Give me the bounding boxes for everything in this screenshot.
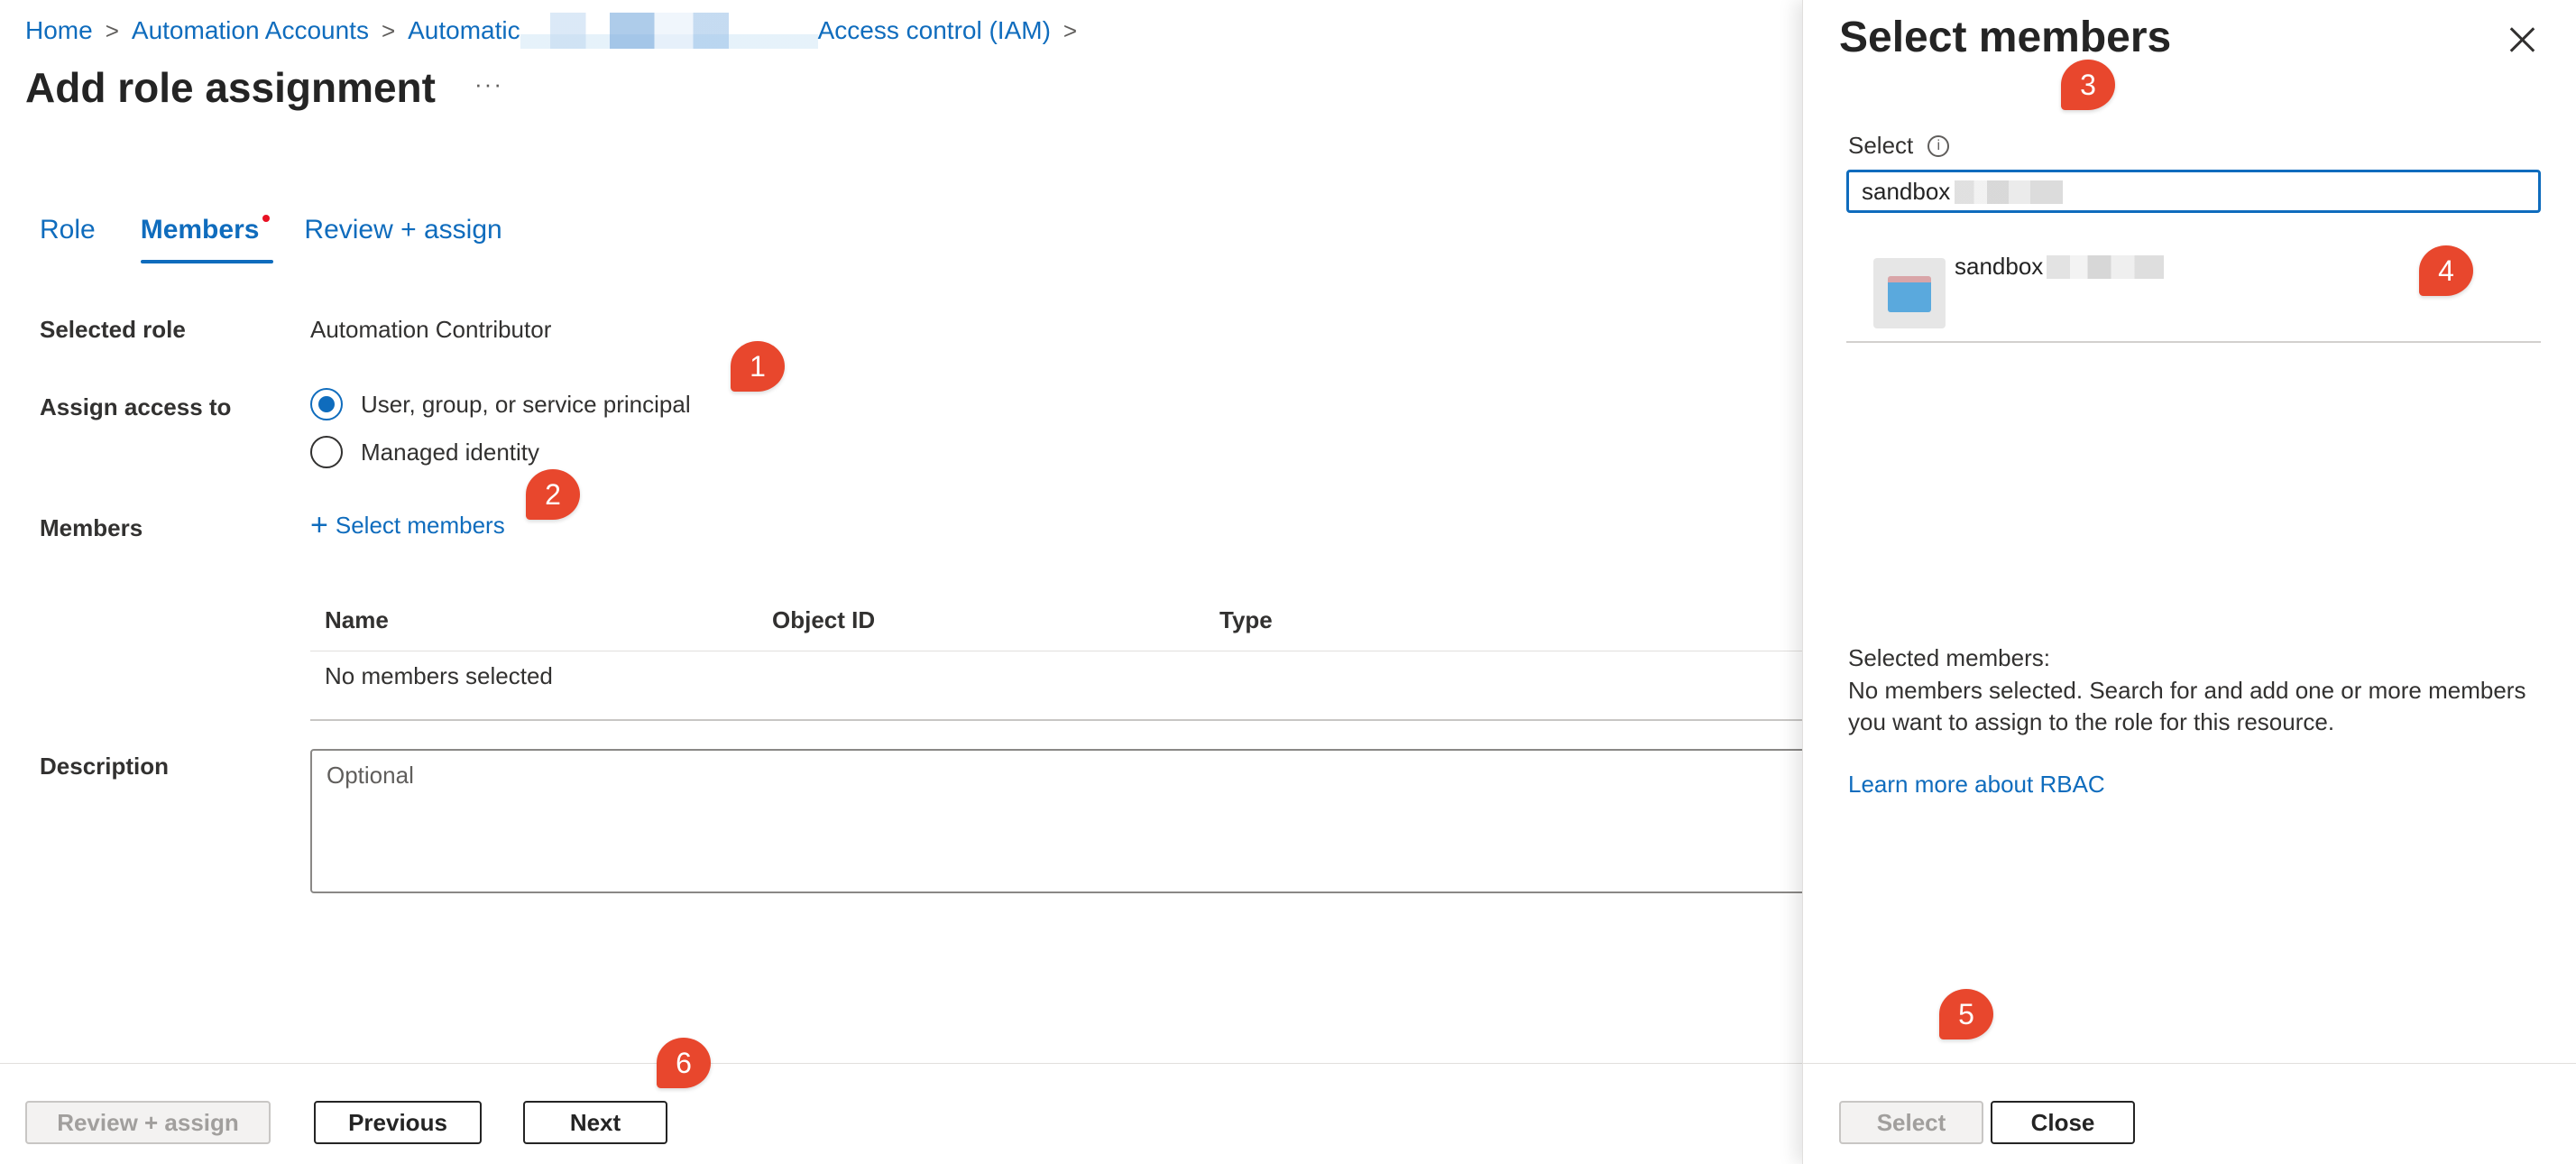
members-table-empty: No members selected [325,662,553,689]
members-label: Members [40,514,143,541]
column-header-name[interactable]: Name [325,606,389,634]
panel-title: Select members [1839,14,2172,61]
selected-role-value: Automation Contributor [310,316,552,343]
callout-3: 3 [2061,60,2115,110]
members-table-header: Name Object ID Type [310,599,1802,651]
radio-checked-icon[interactable] [310,388,343,420]
select-label-text: Select [1848,132,1914,159]
learn-more-rbac-link[interactable]: Learn more about RBAC [1848,771,2105,799]
breadcrumb-automation-account[interactable]: Automatic [408,16,520,45]
app-screen-icon [1888,276,1931,312]
breadcrumb: Home > Automation Accounts > Automatic A… [25,13,1090,49]
redacted-result-name [2047,254,2165,279]
callout-4: 4 [2419,245,2473,296]
tab-members-label: Members [140,215,260,245]
column-header-type[interactable]: Type [1219,606,1273,634]
radio-unchecked-icon[interactable] [310,436,343,468]
close-icon[interactable] [2506,23,2538,56]
radio-user-group-sp-label: User, group, or service principal [361,390,691,418]
more-options-button[interactable]: ··· [474,70,503,98]
select-members-link[interactable]: + Select members [310,510,505,540]
callout-6: 6 [657,1038,711,1088]
radio-managed-identity[interactable]: Managed identity [310,436,539,468]
search-result-name: sandbox [1955,253,2165,281]
members-table-divider [310,719,1802,721]
column-header-object-id[interactable]: Object ID [772,606,875,634]
callout-2: 2 [526,469,580,520]
review-assign-button[interactable]: Review + assign [25,1101,271,1144]
plus-icon: + [310,508,328,542]
breadcrumb-automation-accounts[interactable]: Automation Accounts [132,16,369,45]
select-members-panel: Select members Select i sandbox Selected… [1802,0,2576,1164]
selected-members-heading: Selected members: [1848,644,2050,671]
chevron-right-icon: > [1063,16,1078,44]
page-title: Add role assignment [25,64,436,111]
assign-access-label: Assign access to [40,393,232,420]
previous-button[interactable]: Previous [314,1101,482,1144]
description-textarea[interactable] [310,749,1808,893]
search-result-name-text: sandbox [1955,253,2044,280]
select-members-link-label: Select members [335,511,505,539]
callout-1: 1 [731,341,785,392]
next-button[interactable]: Next [523,1101,667,1144]
app-root: Home > Automation Accounts > Automatic A… [0,0,2576,1164]
radio-managed-identity-label: Managed identity [361,438,540,466]
panel-select-button[interactable]: Select [1839,1101,1983,1144]
required-dot-icon [262,215,271,222]
panel-footer: Select Close [1803,1063,2576,1164]
radio-user-group-sp[interactable]: User, group, or service principal [310,388,691,420]
tab-role[interactable]: Role [40,215,96,263]
callout-5: 5 [1939,989,1993,1039]
info-icon[interactable]: i [1927,134,1950,157]
breadcrumb-home[interactable]: Home [25,16,93,45]
tab-review-assign[interactable]: Review + assign [304,215,501,263]
tab-members[interactable]: Members [140,215,274,263]
selected-members-text: No members selected. Search for and add … [1848,677,2526,735]
select-field-label: Select i [1848,132,1950,160]
redacted-account-name [520,13,818,49]
chevron-right-icon: > [105,16,119,44]
app-registration-icon [1873,258,1946,328]
member-search-input[interactable] [1846,170,2541,213]
breadcrumb-access-control[interactable]: Access control (IAM) [818,16,1051,45]
selected-role-label: Selected role [40,316,186,343]
panel-close-button[interactable]: Close [1991,1101,2135,1144]
redacted-search-text [1955,180,2063,204]
wizard-footer: Review + assign Previous Next [0,1063,1802,1164]
chevron-right-icon: > [381,16,396,44]
wizard-tabs: Role Members Review + assign [40,215,547,263]
description-label: Description [40,753,170,780]
